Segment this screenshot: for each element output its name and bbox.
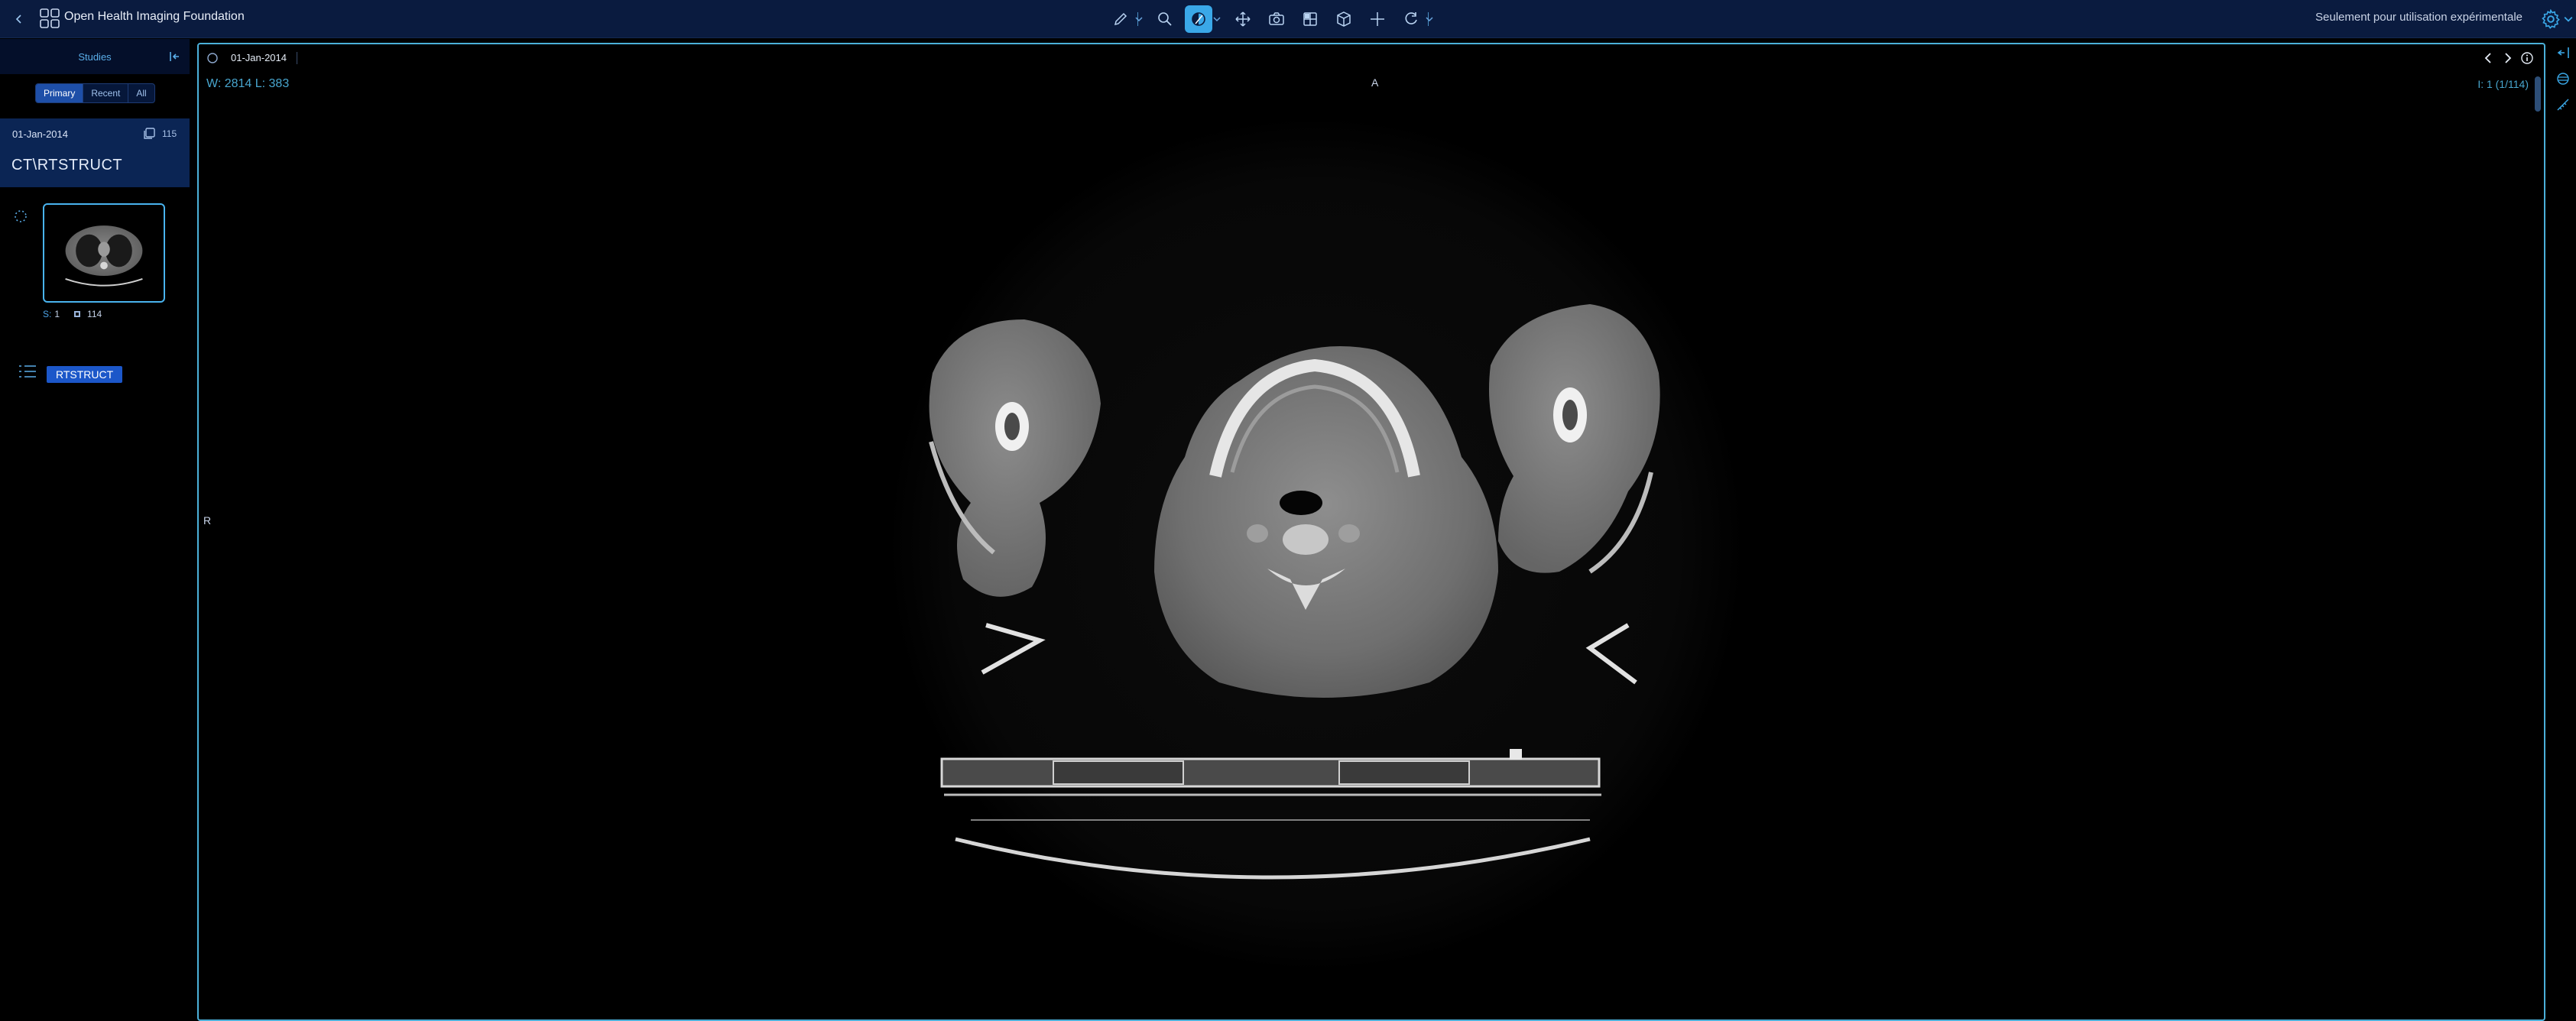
segmentation-icon[interactable] [2555,71,2571,86]
info-icon[interactable] [2519,50,2535,66]
experimental-notice: Seulement pour utilisation expérimentale [2315,11,2522,24]
gear-icon [2542,9,2560,29]
zoom-icon [1158,12,1172,26]
pan-icon [1235,11,1251,27]
ct-axial-image [888,116,1744,972]
rotate-button[interactable] [1397,5,1425,33]
rotate-menu-button[interactable] [1425,5,1434,33]
zoom-button[interactable] [1151,5,1179,33]
window-level-menu-button[interactable] [1212,5,1221,33]
app-header: Open Health Imaging Foundation Seulement… [0,0,2576,38]
layout-button[interactable] [1296,5,1324,33]
viewport-study-date: 01-Jan-2014 [231,52,287,63]
back-button[interactable] [9,9,29,29]
chevron-down-icon [1213,17,1221,22]
study-description: CT\RTSTRUCT [11,157,123,173]
expand-panel-icon[interactable] [2555,45,2571,60]
orientation-marker-left: R [203,514,212,527]
pan-button[interactable] [1229,5,1257,33]
chevron-left-icon [15,15,21,24]
rotate-icon [1405,12,1417,24]
series-index: 1 [54,309,60,319]
app-title: Open Health Imaging Foundation [64,10,245,23]
study-browser-panel: Studies Primary Recent All 01-Jan-2014 1… [0,39,190,1021]
series-meta: S: 1 114 [43,309,102,319]
ct-thumbnail-image [65,225,143,287]
series-thumbnail[interactable] [43,203,165,303]
study-filter-tabs: Primary Recent All [35,83,155,103]
pencil-icon [1114,12,1127,26]
viewport-status-icon [207,53,218,63]
image-scrollbar[interactable] [2535,76,2541,112]
cube-icon [1337,11,1351,27]
stack-icon [144,128,155,139]
capture-button[interactable] [1263,5,1290,33]
image-index-readout: I: 1 (1/114) [2477,78,2529,90]
orientation-marker-top: A [1371,76,1379,89]
chevron-down-icon[interactable] [2564,15,2573,24]
layout-icon [1303,12,1317,26]
image-count-icon [74,311,81,317]
study-instance-count: 115 [162,128,177,139]
toolbar [1107,5,1442,33]
collapse-panel-icon[interactable] [168,50,182,63]
series-image-count: 114 [87,309,102,319]
study-date: 01-Jan-2014 [12,128,68,140]
window-level-readout: W: 2814 L: 383 [206,77,290,90]
ohif-logo-icon [40,8,60,28]
measure-tool-menu-button[interactable] [1134,5,1144,33]
study-item[interactable]: 01-Jan-2014 115 CT\RTSTRUCT [0,118,190,187]
filter-primary-button[interactable]: Primary [36,84,84,102]
filter-recent-button[interactable]: Recent [83,84,129,102]
image-viewport[interactable]: 01-Jan-2014 W: 2814 L: 383 A R I: 1 (1/1… [197,43,2545,1021]
loading-spinner-icon [15,210,27,222]
chevron-left-icon[interactable] [2481,50,2497,66]
ruler-icon[interactable] [2555,97,2571,112]
chevron-down-icon [1135,17,1143,22]
chevron-right-icon[interactable] [2500,50,2515,66]
camera-icon [1269,12,1284,25]
window-level-icon [1192,12,1205,26]
crosshairs-icon [1371,12,1384,26]
settings-button[interactable] [2539,8,2562,31]
chevron-down-icon [1426,17,1433,22]
measure-tool-button[interactable] [1107,5,1134,33]
studies-tab[interactable]: Studies [0,39,190,74]
crosshairs-button[interactable] [1364,5,1391,33]
rtstruct-segmentation-badge[interactable]: RTSTRUCT [47,366,123,383]
list-icon [19,365,36,378]
studies-tab-label: Studies [78,51,112,63]
3d-view-button[interactable] [1330,5,1358,33]
filter-all-button[interactable]: All [128,84,154,102]
right-panel-strip [2550,39,2576,1021]
window-level-button[interactable] [1185,5,1212,33]
series-index-label: S: [43,309,52,319]
